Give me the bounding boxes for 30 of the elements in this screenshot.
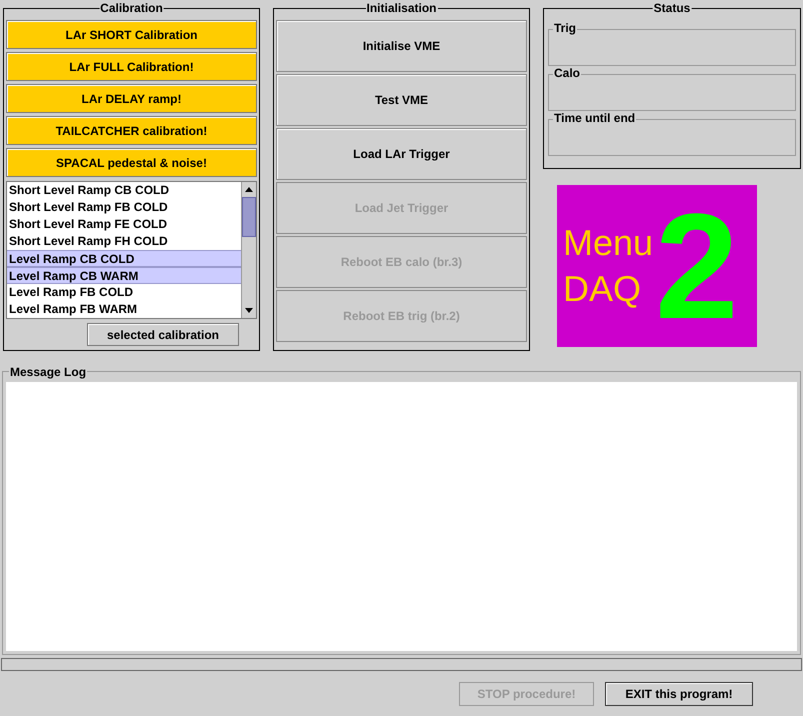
list-item[interactable]: Level Ramp CB WARM xyxy=(7,267,241,284)
list-item[interactable]: Short Level Ramp FH COLD xyxy=(7,233,241,250)
logo-number: 2 xyxy=(655,191,738,341)
field-label: Calo xyxy=(553,66,582,80)
panel-title: Calibration xyxy=(99,1,164,15)
calibration-button[interactable]: SPACAL pedestal & noise! xyxy=(6,148,257,177)
field-label: Time until end xyxy=(553,111,636,125)
list-item[interactable]: Short Level Ramp FB COLD xyxy=(7,199,241,216)
panel-title: Message Log xyxy=(9,365,88,379)
calibration-button[interactable]: LAr SHORT Calibration xyxy=(6,20,257,49)
list-item[interactable]: Short Level Ramp CB COLD xyxy=(7,182,241,199)
panel-title: Status xyxy=(652,1,692,15)
list-item[interactable]: Level Ramp FB COLD xyxy=(7,284,241,301)
list-item[interactable]: Level Ramp FB WARM xyxy=(7,301,241,318)
field-label: Trig xyxy=(553,21,578,35)
init-button[interactable]: Test VME xyxy=(276,74,527,126)
list-item[interactable]: Short Level Ramp FE COLD xyxy=(7,216,241,233)
logo-text: Menu xyxy=(563,223,654,263)
footer-button[interactable]: EXIT this program! xyxy=(605,682,753,706)
calibration-button[interactable]: LAr FULL Calibration! xyxy=(6,52,257,81)
list-item[interactable]: Level Ramp CB COLD xyxy=(7,250,241,267)
calibration-button[interactable]: TAILCATCHER calibration! xyxy=(6,116,257,145)
selected-calibration-button[interactable]: selected calibration xyxy=(87,323,239,346)
calibration-button[interactable]: LAr DELAY ramp! xyxy=(6,84,257,113)
scroll-thumb[interactable] xyxy=(242,197,256,237)
init-button[interactable]: Load LAr Trigger xyxy=(276,128,527,180)
init-button[interactable]: Initialise VME xyxy=(276,20,527,72)
scrollbar[interactable] xyxy=(241,182,256,318)
panel-title: Initialisation xyxy=(366,1,438,15)
logo-text: DAQ xyxy=(563,269,642,309)
